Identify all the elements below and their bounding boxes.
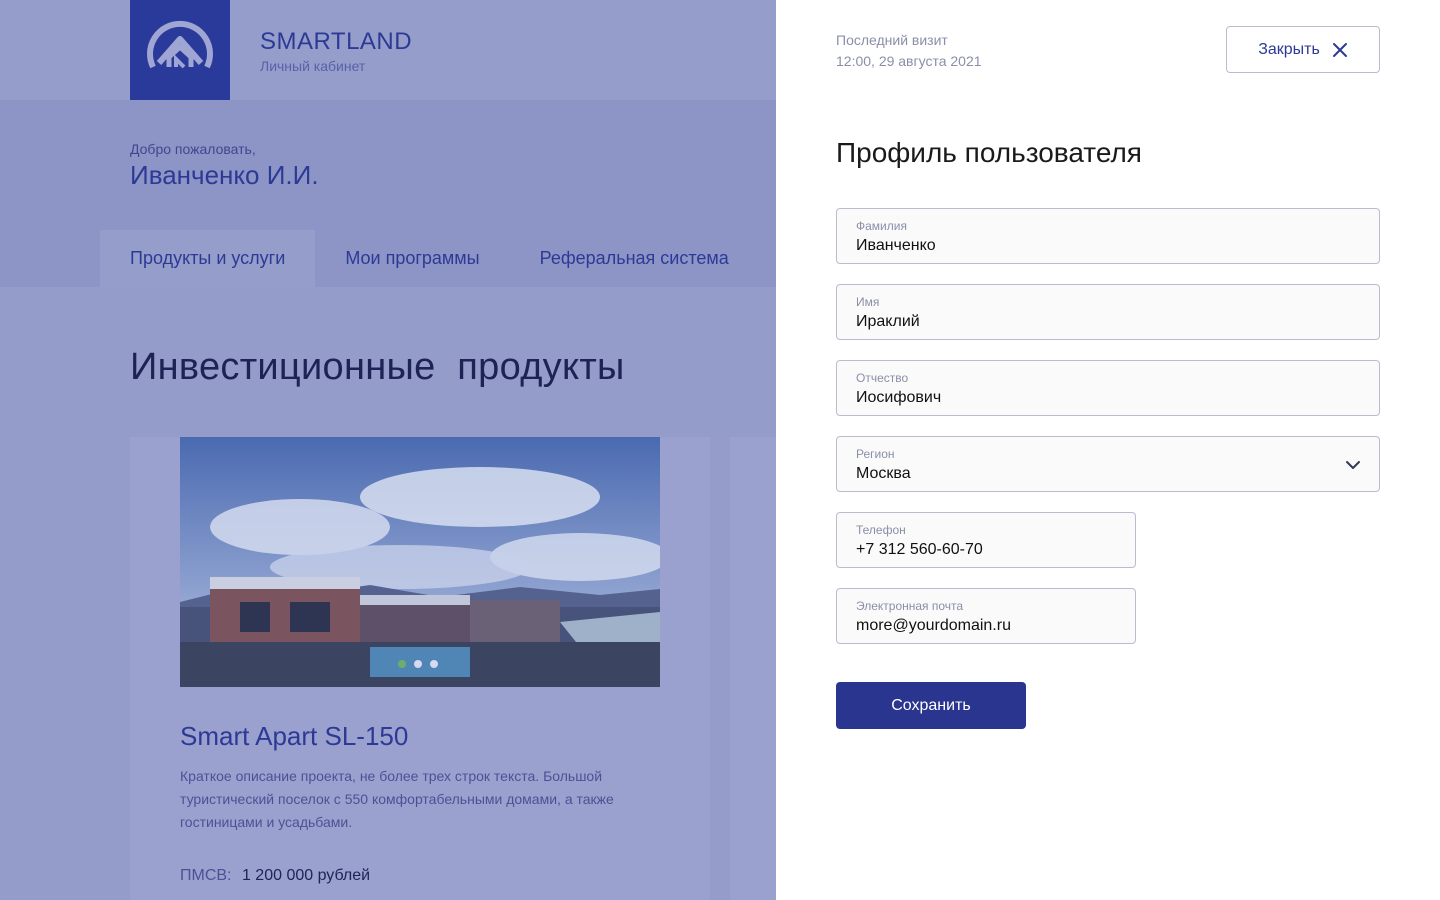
phone-label: Телефон — [856, 523, 906, 537]
main-tabs: Продукты и услуги Мои программы Рефераль… — [100, 230, 759, 287]
user-name: Иванченко И.И. — [130, 160, 319, 190]
price-label: ПМСВ: — [180, 867, 232, 884]
tab-my-programs[interactable]: Мои программы — [315, 230, 509, 287]
panel-title: Профиль пользователя — [836, 137, 1142, 168]
close-icon — [1332, 42, 1347, 57]
email-field[interactable]: Электронная почта more@yourdomain.ru — [836, 588, 1136, 644]
last-visit-value: 12:00, 29 августа 2021 — [836, 53, 982, 69]
welcome-greeting: Добро пожаловать, — [130, 141, 256, 157]
carousel-dot-2[interactable] — [414, 660, 422, 668]
house-logo-icon — [147, 21, 213, 69]
carousel-dots — [398, 660, 438, 668]
product-price: ПМСВ: 1 200 000 рублей — [180, 865, 370, 887]
surname-label: Фамилия — [856, 219, 907, 233]
logo[interactable] — [130, 0, 230, 100]
name-label: Имя — [856, 295, 880, 309]
brand-subtitle: Личный кабинет — [260, 58, 366, 74]
surname-field[interactable]: Фамилия Иванченко — [836, 208, 1380, 264]
background-page: SMARTLAND Личный кабинет Добро пожаловат… — [0, 0, 776, 900]
patronymic-field[interactable]: Отчество Иосифович — [836, 360, 1380, 416]
email-value[interactable]: more@yourdomain.ru — [856, 616, 1094, 636]
name-field[interactable]: Имя Ираклий — [836, 284, 1380, 340]
carousel-dot-1[interactable] — [398, 660, 406, 668]
close-button[interactable]: Закрыть — [1226, 26, 1380, 73]
carousel-dot-3[interactable] — [430, 660, 438, 668]
profile-panel: Последний визит 12:00, 29 августа 2021 З… — [776, 0, 1440, 900]
email-label: Электронная почта — [856, 599, 964, 613]
phone-field[interactable]: Телефон +7 312 560-60-70 — [836, 512, 1136, 568]
tab-products[interactable]: Продукты и услуги — [100, 230, 316, 287]
product-title[interactable]: Smart Apart SL-150 — [180, 719, 408, 753]
product-image — [180, 437, 660, 687]
price-value: 1 200 000 рублей — [241, 867, 371, 884]
region-value[interactable]: Москва — [856, 464, 1338, 484]
product-description: Краткое описание проекта, не более трех … — [180, 768, 614, 830]
surname-value[interactable]: Иванченко — [856, 236, 1338, 256]
product-card-next[interactable] — [730, 437, 776, 900]
close-label: Закрыть — [1258, 40, 1320, 58]
brand-name: SMARTLAND — [260, 28, 413, 55]
region-select[interactable]: Регион Москва — [836, 436, 1380, 492]
patronymic-value[interactable]: Иосифович — [856, 388, 1338, 408]
patronymic-label: Отчество — [856, 371, 909, 385]
name-value[interactable]: Ираклий — [856, 312, 1338, 332]
phone-value[interactable]: +7 312 560-60-70 — [856, 540, 1094, 560]
product-card[interactable]: Smart Apart SL-150 Краткое описание прое… — [130, 437, 710, 900]
save-button[interactable]: Сохранить — [836, 682, 1026, 729]
region-label: Регион — [856, 447, 895, 461]
brand: SMARTLAND Личный кабинет — [260, 28, 412, 76]
chevron-down-icon[interactable] — [1343, 455, 1363, 475]
tab-referral[interactable]: Реферальная система — [510, 230, 759, 287]
last-visit-label: Последний визит — [836, 32, 948, 48]
section-title: Инвестиционные продукты — [130, 346, 625, 388]
